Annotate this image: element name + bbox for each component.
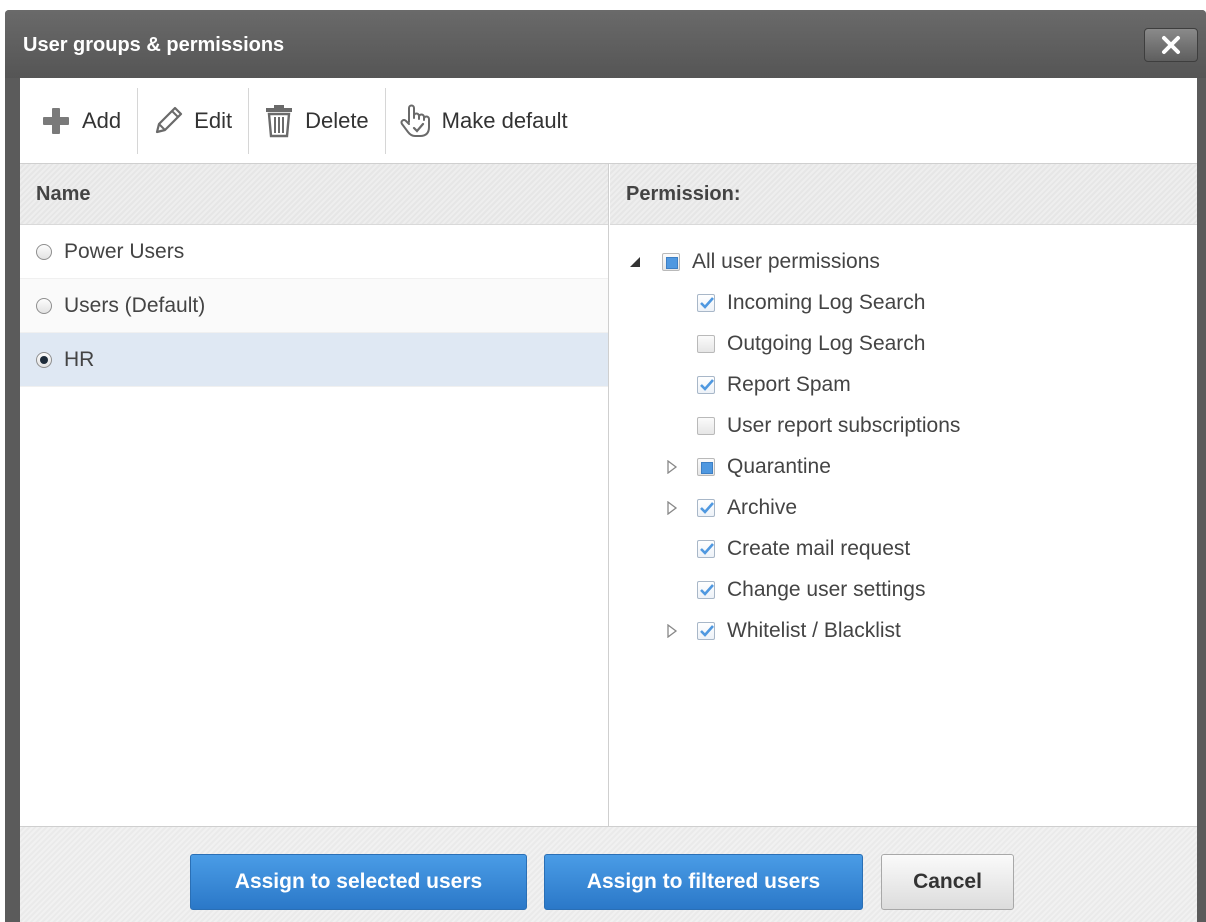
group-row-hr[interactable]: HR bbox=[20, 333, 608, 387]
permissions-panel: Permission: All user permissions Incomin… bbox=[610, 164, 1197, 826]
group-radio[interactable] bbox=[36, 351, 52, 368]
delete-button[interactable]: Delete bbox=[255, 88, 381, 154]
assign-filtered-users-button[interactable]: Assign to filtered users bbox=[544, 854, 863, 910]
tree-row-all-permissions: All user permissions bbox=[610, 241, 1197, 282]
expand-triangle-icon[interactable] bbox=[665, 500, 679, 515]
delete-label: Delete bbox=[305, 107, 369, 133]
tree-row-create-mail-request: Create mail request bbox=[610, 528, 1197, 569]
group-radio[interactable] bbox=[36, 243, 52, 260]
edit-button[interactable]: Edit bbox=[144, 88, 244, 154]
add-button[interactable]: Add bbox=[32, 88, 133, 154]
permission-label: Create mail request bbox=[727, 536, 911, 560]
permission-label: Incoming Log Search bbox=[727, 290, 926, 314]
tree-row-archive: Archive bbox=[610, 487, 1197, 528]
checkmark-icon bbox=[700, 501, 714, 514]
tree-row-incoming-log-search: Incoming Log Search bbox=[610, 282, 1197, 323]
checkmark-icon bbox=[700, 542, 714, 555]
permission-checkbox[interactable] bbox=[697, 457, 715, 476]
groups-panel: Name Power Users Users (Default) HR bbox=[20, 164, 609, 826]
permission-label: All user permissions bbox=[692, 249, 880, 273]
dialog-titlebar: User groups & permissions bbox=[5, 10, 1206, 78]
dialog-body: Add Edit Delete Make default Name Power … bbox=[20, 78, 1197, 922]
permission-checkbox[interactable] bbox=[697, 580, 715, 599]
dialog-title: User groups & permissions bbox=[23, 34, 285, 56]
permission-label: Report Spam bbox=[727, 372, 851, 396]
permission-checkbox[interactable] bbox=[697, 375, 715, 394]
toolbar-divider bbox=[137, 87, 139, 154]
tree-row-whitelist-blacklist: Whitelist / Blacklist bbox=[610, 610, 1197, 651]
checkmark-icon bbox=[700, 296, 714, 309]
permission-label: Quarantine bbox=[727, 454, 831, 478]
permission-checkbox[interactable] bbox=[662, 252, 680, 271]
group-label: Power Users bbox=[64, 239, 185, 263]
toolbar-divider bbox=[384, 87, 386, 154]
tree-row-user-report-subscriptions: User report subscriptions bbox=[610, 405, 1197, 446]
checkmark-icon bbox=[700, 624, 714, 637]
permission-label: Change user settings bbox=[727, 577, 926, 601]
permission-label: Whitelist / Blacklist bbox=[727, 618, 901, 642]
expand-triangle-icon[interactable] bbox=[665, 623, 679, 638]
permission-checkbox[interactable] bbox=[697, 334, 715, 353]
permission-column-header: Permission: bbox=[610, 164, 1197, 225]
make-default-button[interactable]: Make default bbox=[392, 88, 580, 154]
expand-triangle-icon[interactable] bbox=[665, 459, 679, 474]
permission-label: Outgoing Log Search bbox=[727, 331, 926, 355]
checkmark-icon bbox=[700, 583, 714, 596]
group-list: Power Users Users (Default) HR bbox=[20, 225, 608, 387]
tree-row-change-user-settings: Change user settings bbox=[610, 569, 1197, 610]
tree-row-report-spam: Report Spam bbox=[610, 364, 1197, 405]
add-label: Add bbox=[82, 107, 122, 133]
permission-checkbox[interactable] bbox=[697, 621, 715, 640]
assign-selected-users-button[interactable]: Assign to selected users bbox=[190, 854, 527, 910]
collapse-triangle-icon[interactable] bbox=[628, 255, 642, 269]
hand-pointer-icon bbox=[396, 103, 436, 139]
group-row-power-users[interactable]: Power Users bbox=[20, 225, 608, 279]
permission-label: Archive bbox=[727, 495, 798, 519]
group-label: Users (Default) bbox=[64, 293, 206, 317]
tree-row-quarantine: Quarantine bbox=[610, 446, 1197, 487]
dialog-footer: Assign to selected users Assign to filte… bbox=[20, 826, 1197, 922]
group-row-users-default[interactable]: Users (Default) bbox=[20, 279, 608, 333]
permission-checkbox[interactable] bbox=[697, 416, 715, 435]
permission-checkbox[interactable] bbox=[697, 293, 715, 312]
permission-checkbox[interactable] bbox=[697, 539, 715, 558]
make-default-label: Make default bbox=[441, 107, 568, 133]
toolbar-divider bbox=[248, 87, 250, 154]
permission-tree: All user permissions Incoming Log Search… bbox=[610, 225, 1197, 651]
cancel-button[interactable]: Cancel bbox=[881, 854, 1014, 910]
toolbar: Add Edit Delete Make default bbox=[20, 78, 1197, 164]
edit-label: Edit bbox=[194, 107, 233, 133]
tree-row-outgoing-log-search: Outgoing Log Search bbox=[610, 323, 1197, 364]
permission-checkbox[interactable] bbox=[697, 498, 715, 517]
trash-icon bbox=[259, 103, 299, 139]
close-button[interactable] bbox=[1144, 28, 1198, 62]
close-icon bbox=[1162, 36, 1180, 54]
user-groups-dialog: User groups & permissions Add Edit Delet… bbox=[5, 10, 1206, 922]
group-label: HR bbox=[64, 347, 95, 371]
name-column-header: Name bbox=[20, 164, 608, 225]
pencil-icon bbox=[148, 103, 188, 139]
permission-label: User report subscriptions bbox=[727, 413, 961, 437]
checkmark-icon bbox=[700, 378, 714, 391]
group-radio[interactable] bbox=[36, 297, 52, 314]
plus-icon bbox=[36, 103, 76, 139]
